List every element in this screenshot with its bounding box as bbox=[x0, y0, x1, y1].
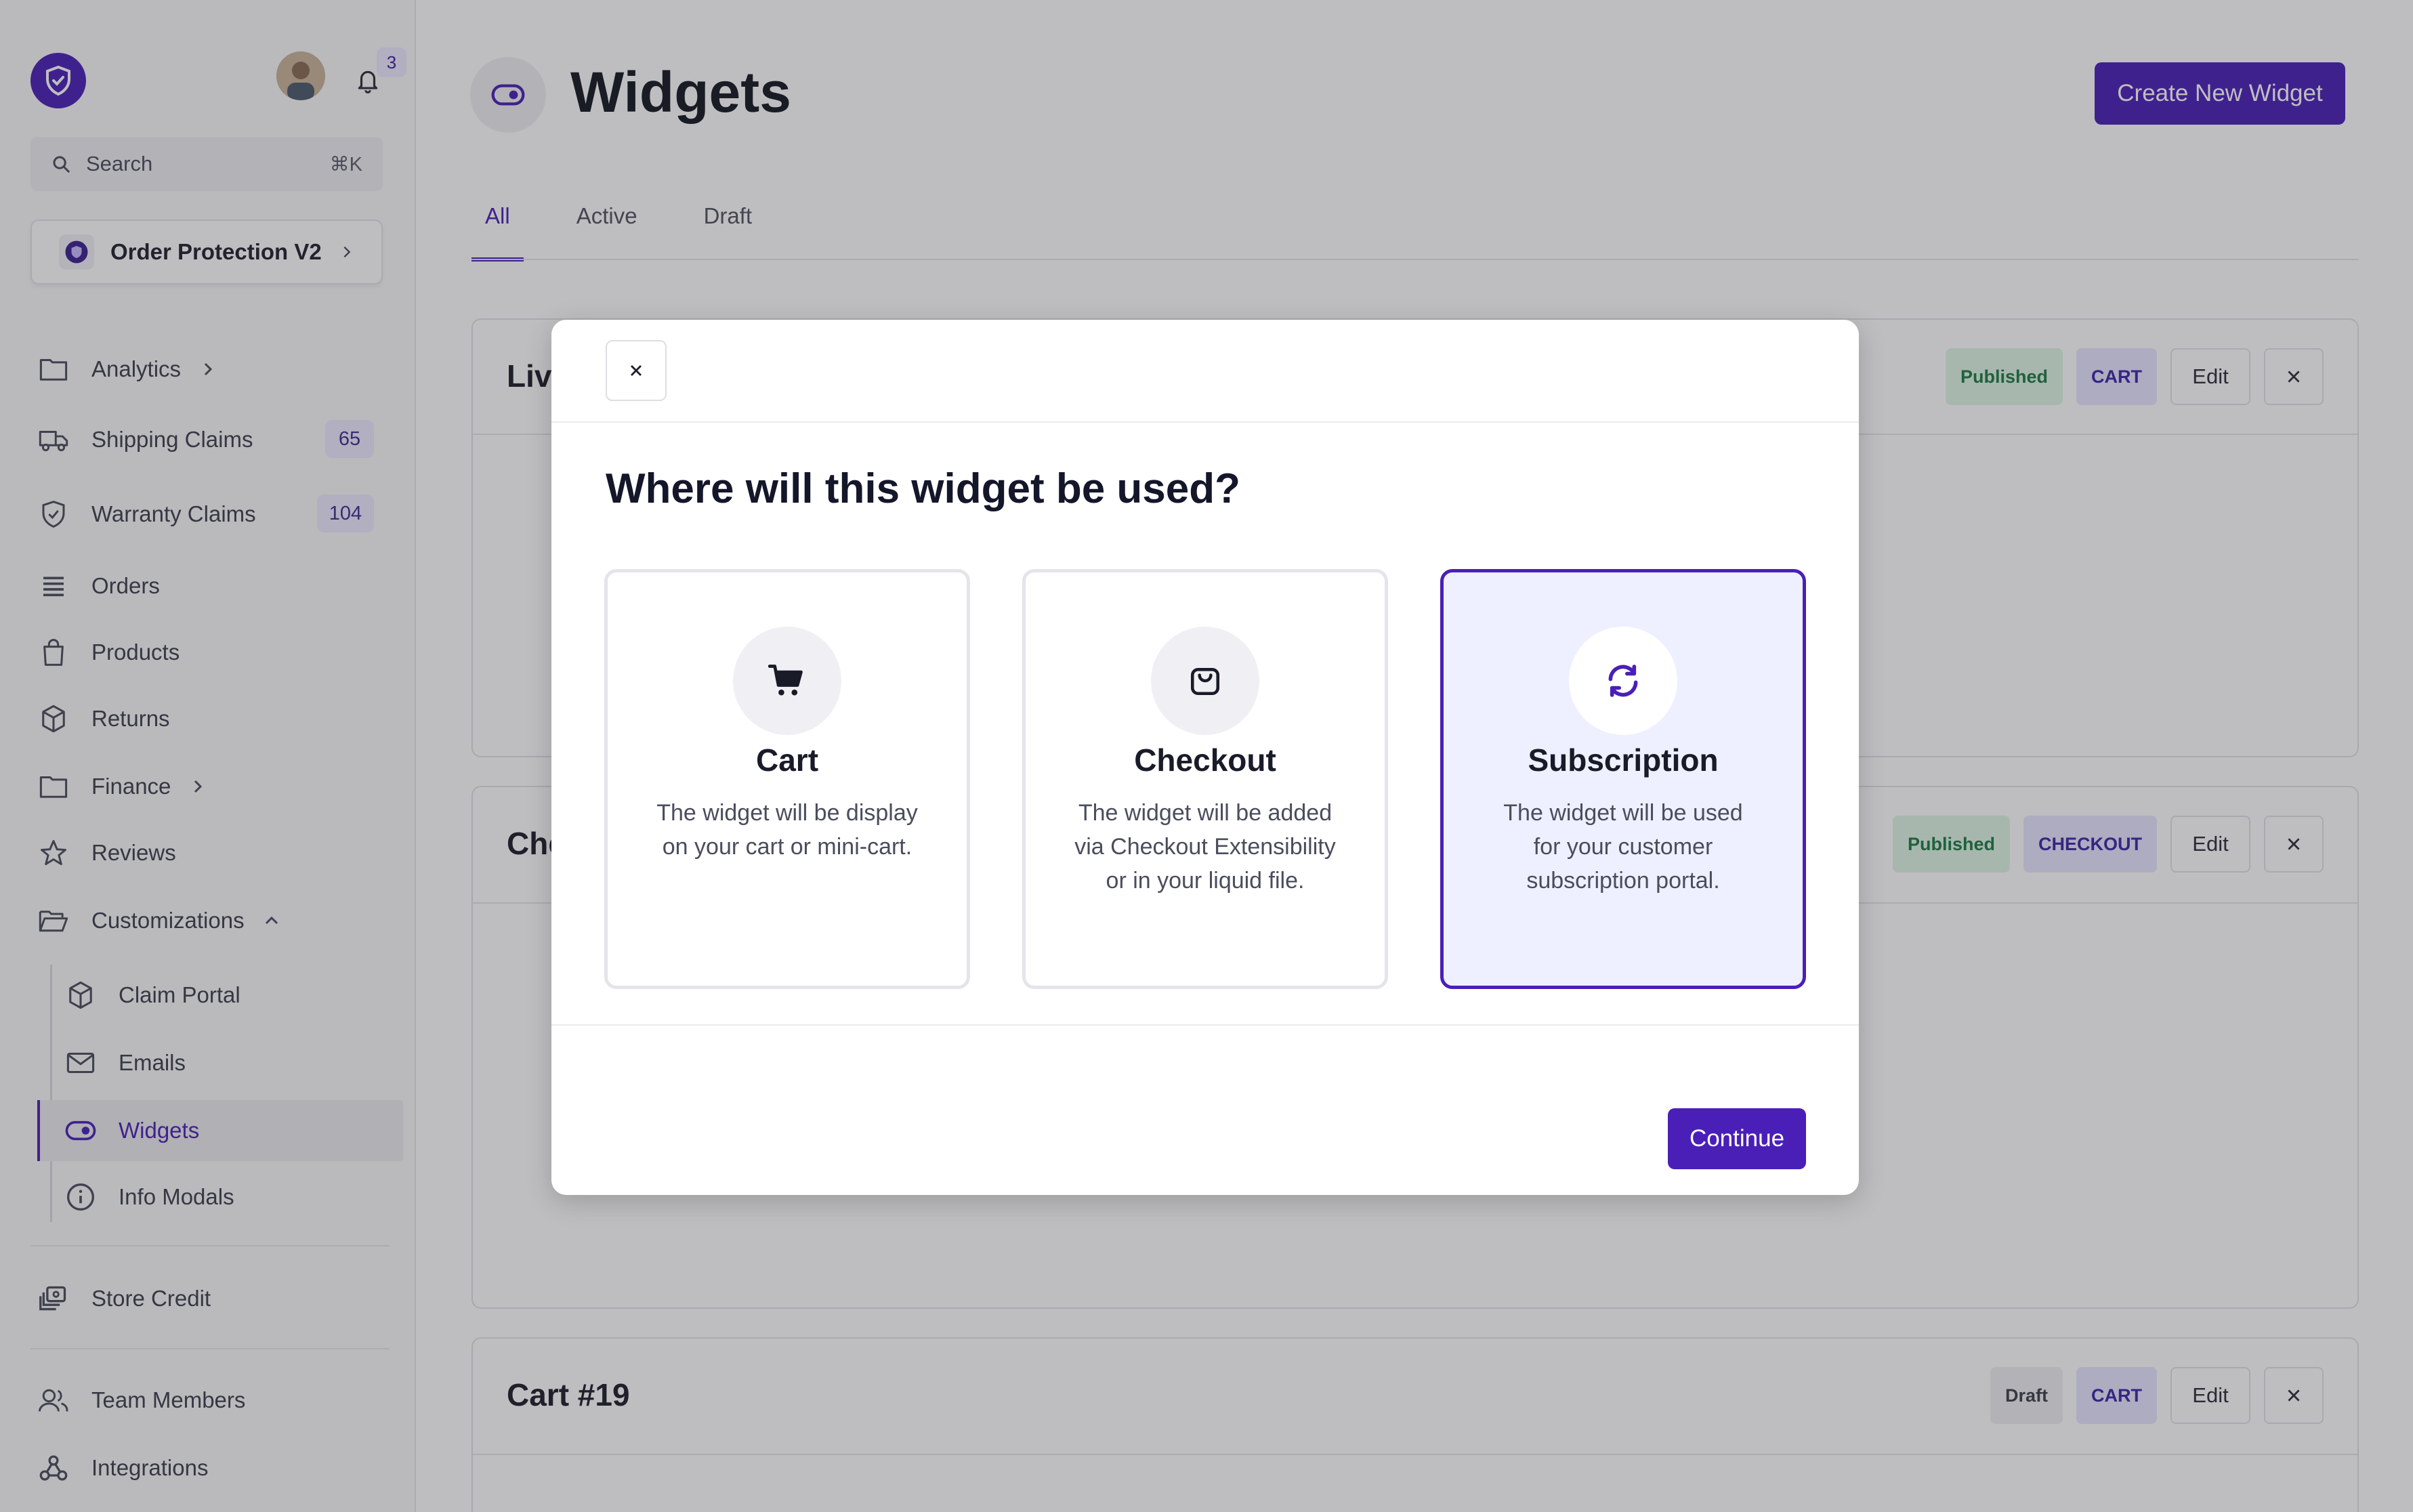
widget-usage-modal: Where will this widget be used? Cart The… bbox=[551, 320, 1859, 1195]
continue-button[interactable]: Continue bbox=[1668, 1108, 1806, 1169]
option-checkout[interactable]: Checkout The widget will be added via Ch… bbox=[1022, 569, 1388, 989]
shopping-bag-icon bbox=[1190, 668, 1220, 696]
option-title: Subscription bbox=[1528, 742, 1719, 778]
refresh-icon-circle bbox=[1569, 627, 1677, 735]
option-description: The widget will be display on your cart … bbox=[656, 800, 918, 860]
bag-icon-circle bbox=[1151, 627, 1259, 735]
modal-title: Where will this widget be used? bbox=[606, 465, 1240, 512]
cart-icon bbox=[768, 665, 803, 696]
modal-divider bbox=[551, 1024, 1859, 1026]
option-subscription[interactable]: Subscription The widget will be used for… bbox=[1440, 569, 1806, 989]
option-title: Cart bbox=[755, 742, 819, 778]
option-description: The widget will be added via Checkout Ex… bbox=[1074, 800, 1336, 894]
close-icon bbox=[631, 365, 642, 376]
cart-icon-circle bbox=[733, 627, 841, 735]
refresh-icon bbox=[1608, 665, 1638, 697]
option-description: The widget will be used for your custome… bbox=[1503, 800, 1743, 894]
option-title: Checkout bbox=[1134, 742, 1276, 778]
modal-divider bbox=[551, 421, 1859, 423]
option-cart[interactable]: Cart The widget will be display on your … bbox=[604, 569, 970, 989]
modal-close-button[interactable] bbox=[606, 340, 667, 401]
